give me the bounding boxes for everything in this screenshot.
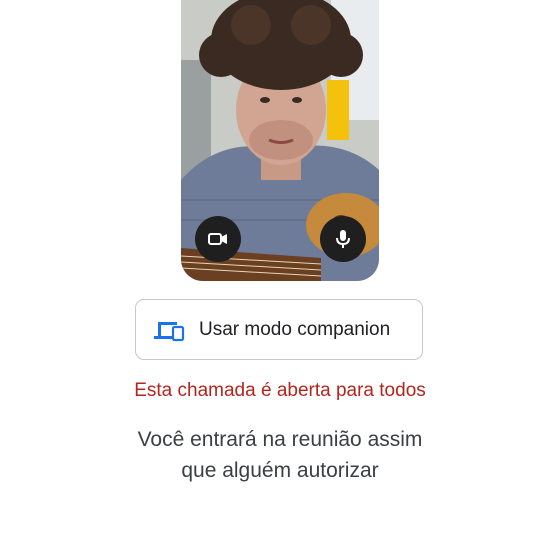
videocam-icon — [208, 233, 227, 245]
waiting-approval-message: Você entrará na reunião assim que alguém… — [0, 424, 560, 486]
devices-icon — [153, 317, 185, 343]
waiting-message-line-1: Você entrará na reunião assim — [137, 428, 423, 451]
waiting-message-line-2: que alguém autorizar — [181, 459, 379, 482]
self-video-preview — [181, 0, 379, 281]
open-call-notice: Esta chamada é aberta para todos — [134, 380, 426, 401]
mic-icon — [336, 230, 350, 248]
use-companion-mode-button[interactable]: Usar modo companion — [135, 299, 423, 360]
companion-button-label: Usar modo companion — [199, 318, 391, 340]
toggle-camera-button[interactable] — [195, 216, 241, 262]
toggle-mic-button[interactable] — [320, 216, 366, 262]
